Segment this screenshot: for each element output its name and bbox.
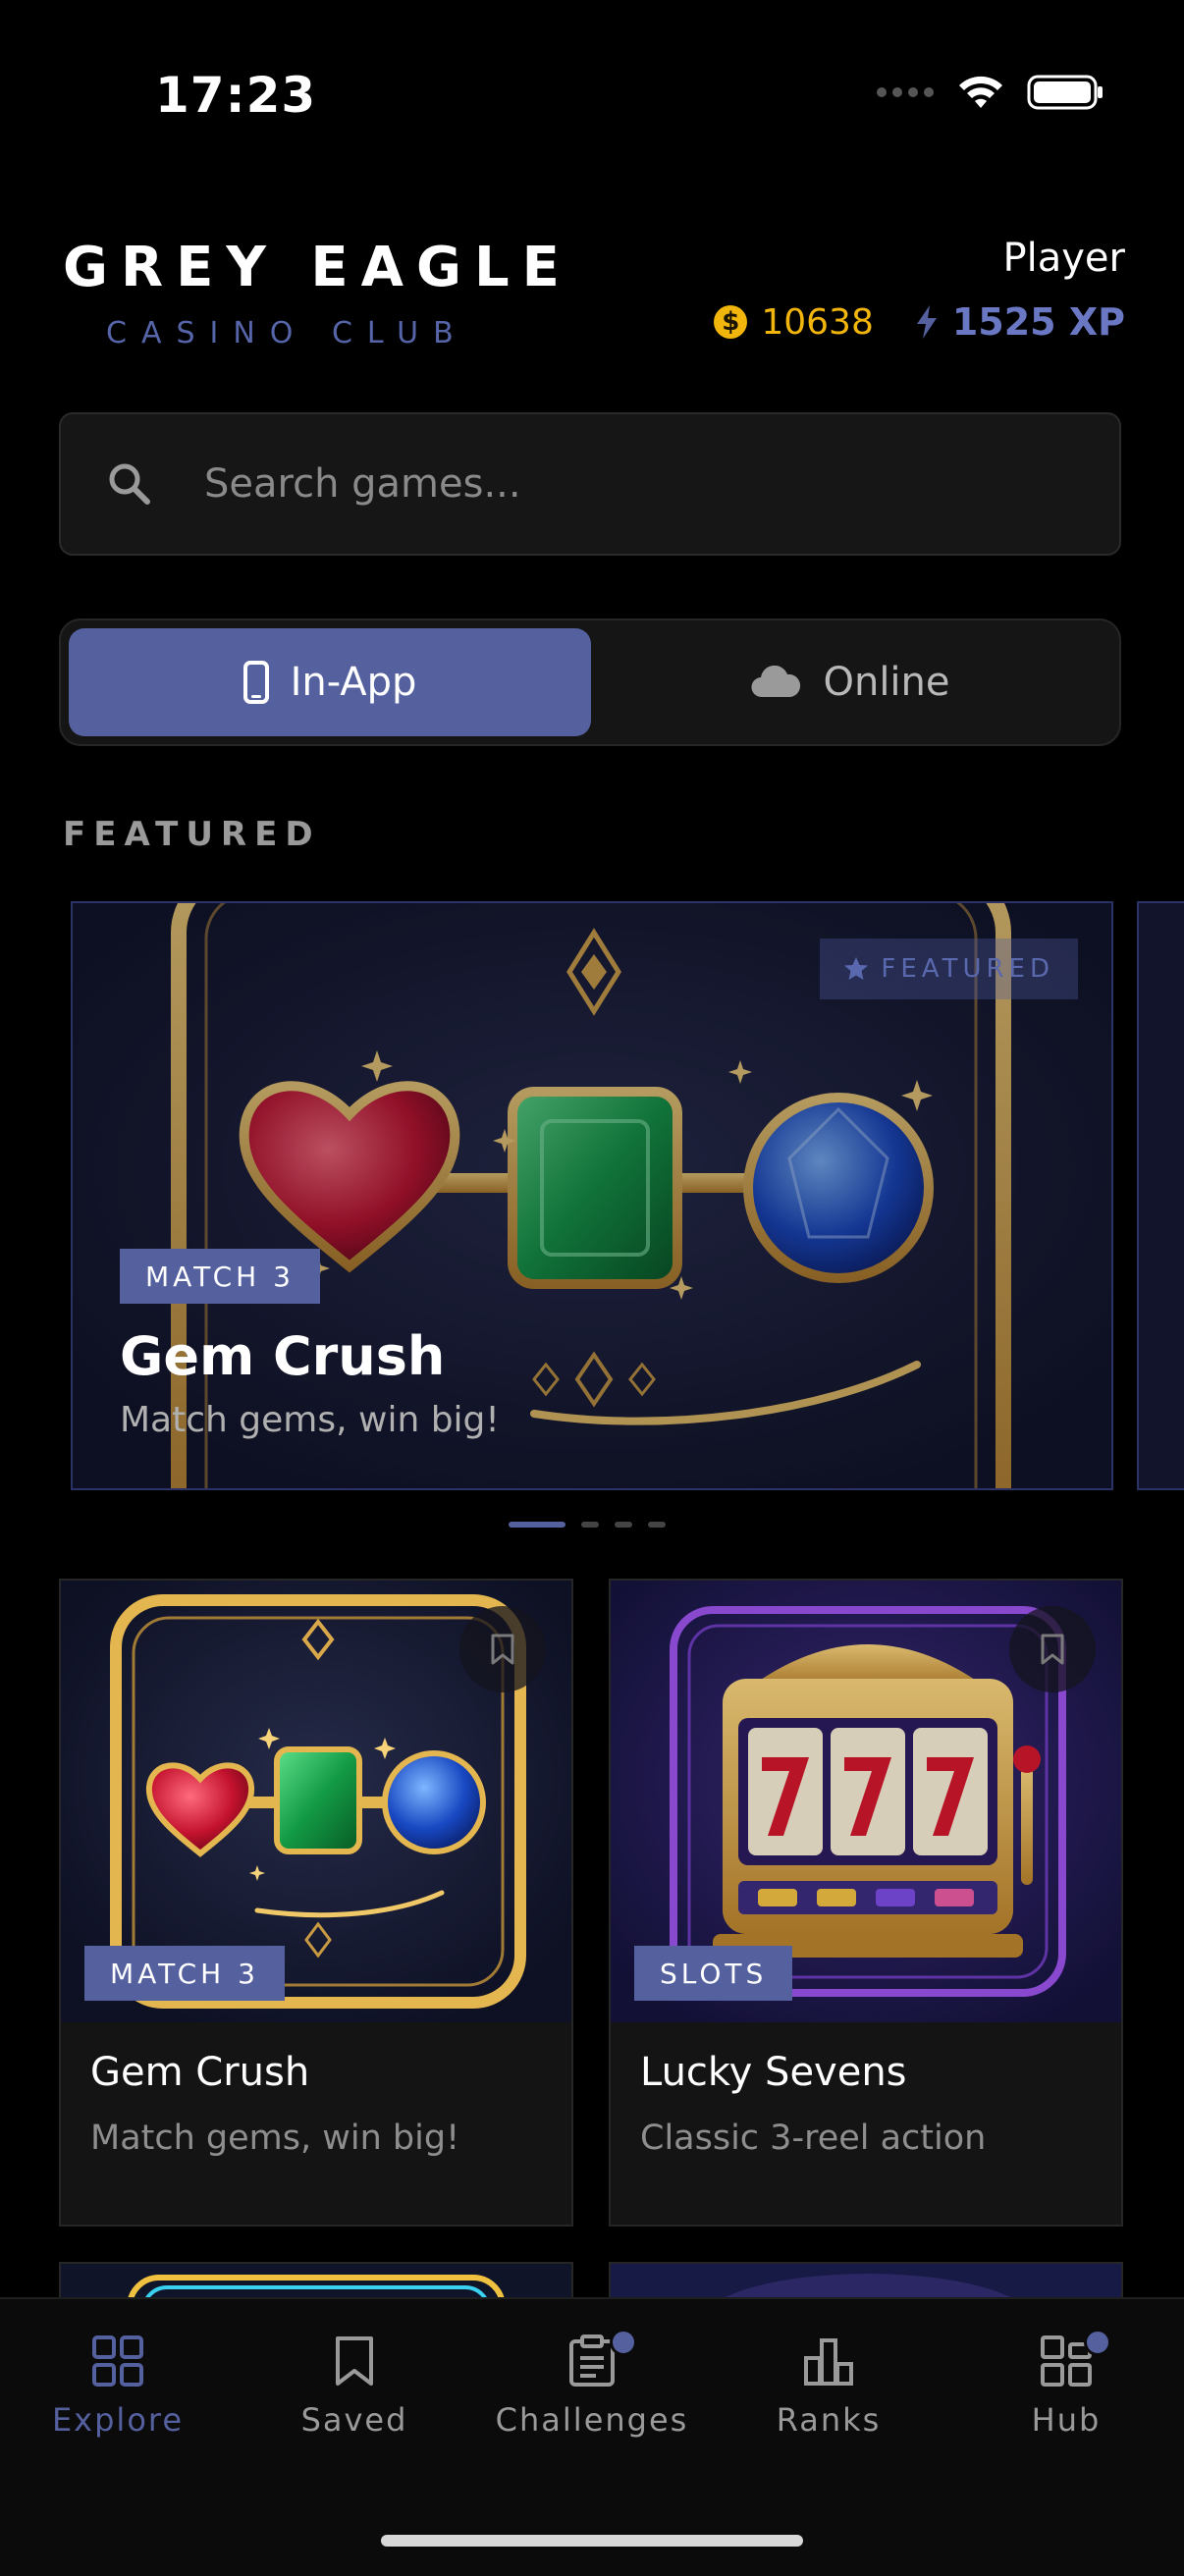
- status-time: 17:23: [155, 67, 317, 124]
- tab-challenges-label: Challenges: [495, 2401, 689, 2439]
- page-dot-active[interactable]: [509, 1522, 565, 1528]
- featured-section-title: FEATURED: [63, 815, 321, 854]
- page-dot[interactable]: [648, 1522, 666, 1528]
- notification-dot: [1084, 2329, 1111, 2356]
- page-dot[interactable]: [581, 1522, 599, 1528]
- page-dot[interactable]: [615, 1522, 632, 1528]
- tab-hub[interactable]: Hub: [968, 2329, 1164, 2439]
- bookmark-button[interactable]: [1009, 1606, 1096, 1692]
- tab-challenges[interactable]: Challenges: [494, 2329, 690, 2439]
- bar-chart-icon: [804, 2338, 853, 2386]
- featured-category-tag: MATCH 3: [120, 1249, 320, 1304]
- grid-icon: [92, 2335, 143, 2387]
- brand-title: GREY EAGLE: [63, 236, 572, 299]
- game-subtitle: Match gems, win big!: [90, 2119, 460, 2158]
- phone-icon: [242, 661, 269, 704]
- category-tag: MATCH 3: [84, 1946, 285, 2001]
- battery-icon: [1027, 75, 1103, 110]
- bookmark-icon: [491, 1634, 514, 1665]
- star-icon: [844, 957, 869, 980]
- coin-balance: 10638: [761, 301, 874, 343]
- tab-ranks[interactable]: Ranks: [730, 2334, 927, 2439]
- tab-saved[interactable]: Saved: [256, 2334, 453, 2439]
- featured-subtitle: Match gems, win big!: [120, 1400, 500, 1440]
- featured-card[interactable]: FEATURED MATCH 3 Gem Crush Match gems, w…: [71, 901, 1113, 1490]
- game-subtitle: Classic 3-reel action: [640, 2119, 987, 2158]
- tab-explore-label: Explore: [51, 2401, 185, 2439]
- bookmark-button[interactable]: [459, 1606, 546, 1692]
- tab-ranks-label: Ranks: [776, 2401, 882, 2439]
- game-card-lucky-sevens[interactable]: SLOTS Lucky Sevens Classic 3-reel action: [609, 1579, 1123, 2227]
- tab-in-app[interactable]: In-App: [69, 628, 591, 736]
- player-stats: $ 10638 1525 XP: [714, 300, 1125, 344]
- featured-title: Gem Crush: [120, 1325, 446, 1387]
- player-name[interactable]: Player: [1003, 236, 1125, 281]
- search-icon: [109, 463, 150, 505]
- cloud-icon: [751, 666, 801, 698]
- featured-badge: FEATURED: [820, 939, 1078, 999]
- featured-card-next[interactable]: [1137, 901, 1184, 1490]
- category-tag: SLOTS: [634, 1946, 793, 2001]
- tab-in-app-label: In-App: [290, 660, 417, 705]
- tab-saved-label: Saved: [300, 2401, 408, 2439]
- xp-balance: 1525 XP: [951, 300, 1125, 344]
- tab-online[interactable]: Online: [589, 628, 1111, 736]
- game-title: Lucky Sevens: [640, 2050, 907, 2095]
- game-card-peek[interactable]: [609, 2262, 1123, 2301]
- bookmark-icon: [336, 2336, 373, 2386]
- search-input[interactable]: Search games...: [59, 412, 1121, 556]
- featured-badge-label: FEATURED: [881, 954, 1054, 984]
- home-indicator[interactable]: [381, 2535, 803, 2547]
- game-card-peek[interactable]: [59, 2262, 573, 2301]
- game-card-peek-art: [127, 2275, 506, 2301]
- game-card-gem-crush[interactable]: MATCH 3 Gem Crush Match gems, win big!: [59, 1579, 573, 2227]
- status-icons: [876, 73, 1105, 112]
- coin-icon: $: [714, 305, 748, 339]
- carousel-pagination: [509, 1522, 666, 1528]
- lightning-icon: [916, 305, 937, 339]
- search-placeholder: Search games...: [204, 461, 521, 507]
- wifi-icon: [959, 76, 1002, 108]
- game-card-peek-art: [718, 2274, 1018, 2301]
- brand-subtitle: CASINO CLUB: [106, 316, 468, 350]
- notification-dot: [610, 2329, 637, 2356]
- tab-explore[interactable]: Explore: [20, 2334, 216, 2439]
- tab-hub-label: Hub: [1031, 2401, 1102, 2439]
- game-source-toggle: In-App Online: [59, 618, 1121, 746]
- tab-online-label: Online: [823, 660, 950, 705]
- cellular-signal-icon: [877, 87, 934, 97]
- game-title: Gem Crush: [90, 2050, 310, 2095]
- bookmark-icon: [1041, 1634, 1064, 1665]
